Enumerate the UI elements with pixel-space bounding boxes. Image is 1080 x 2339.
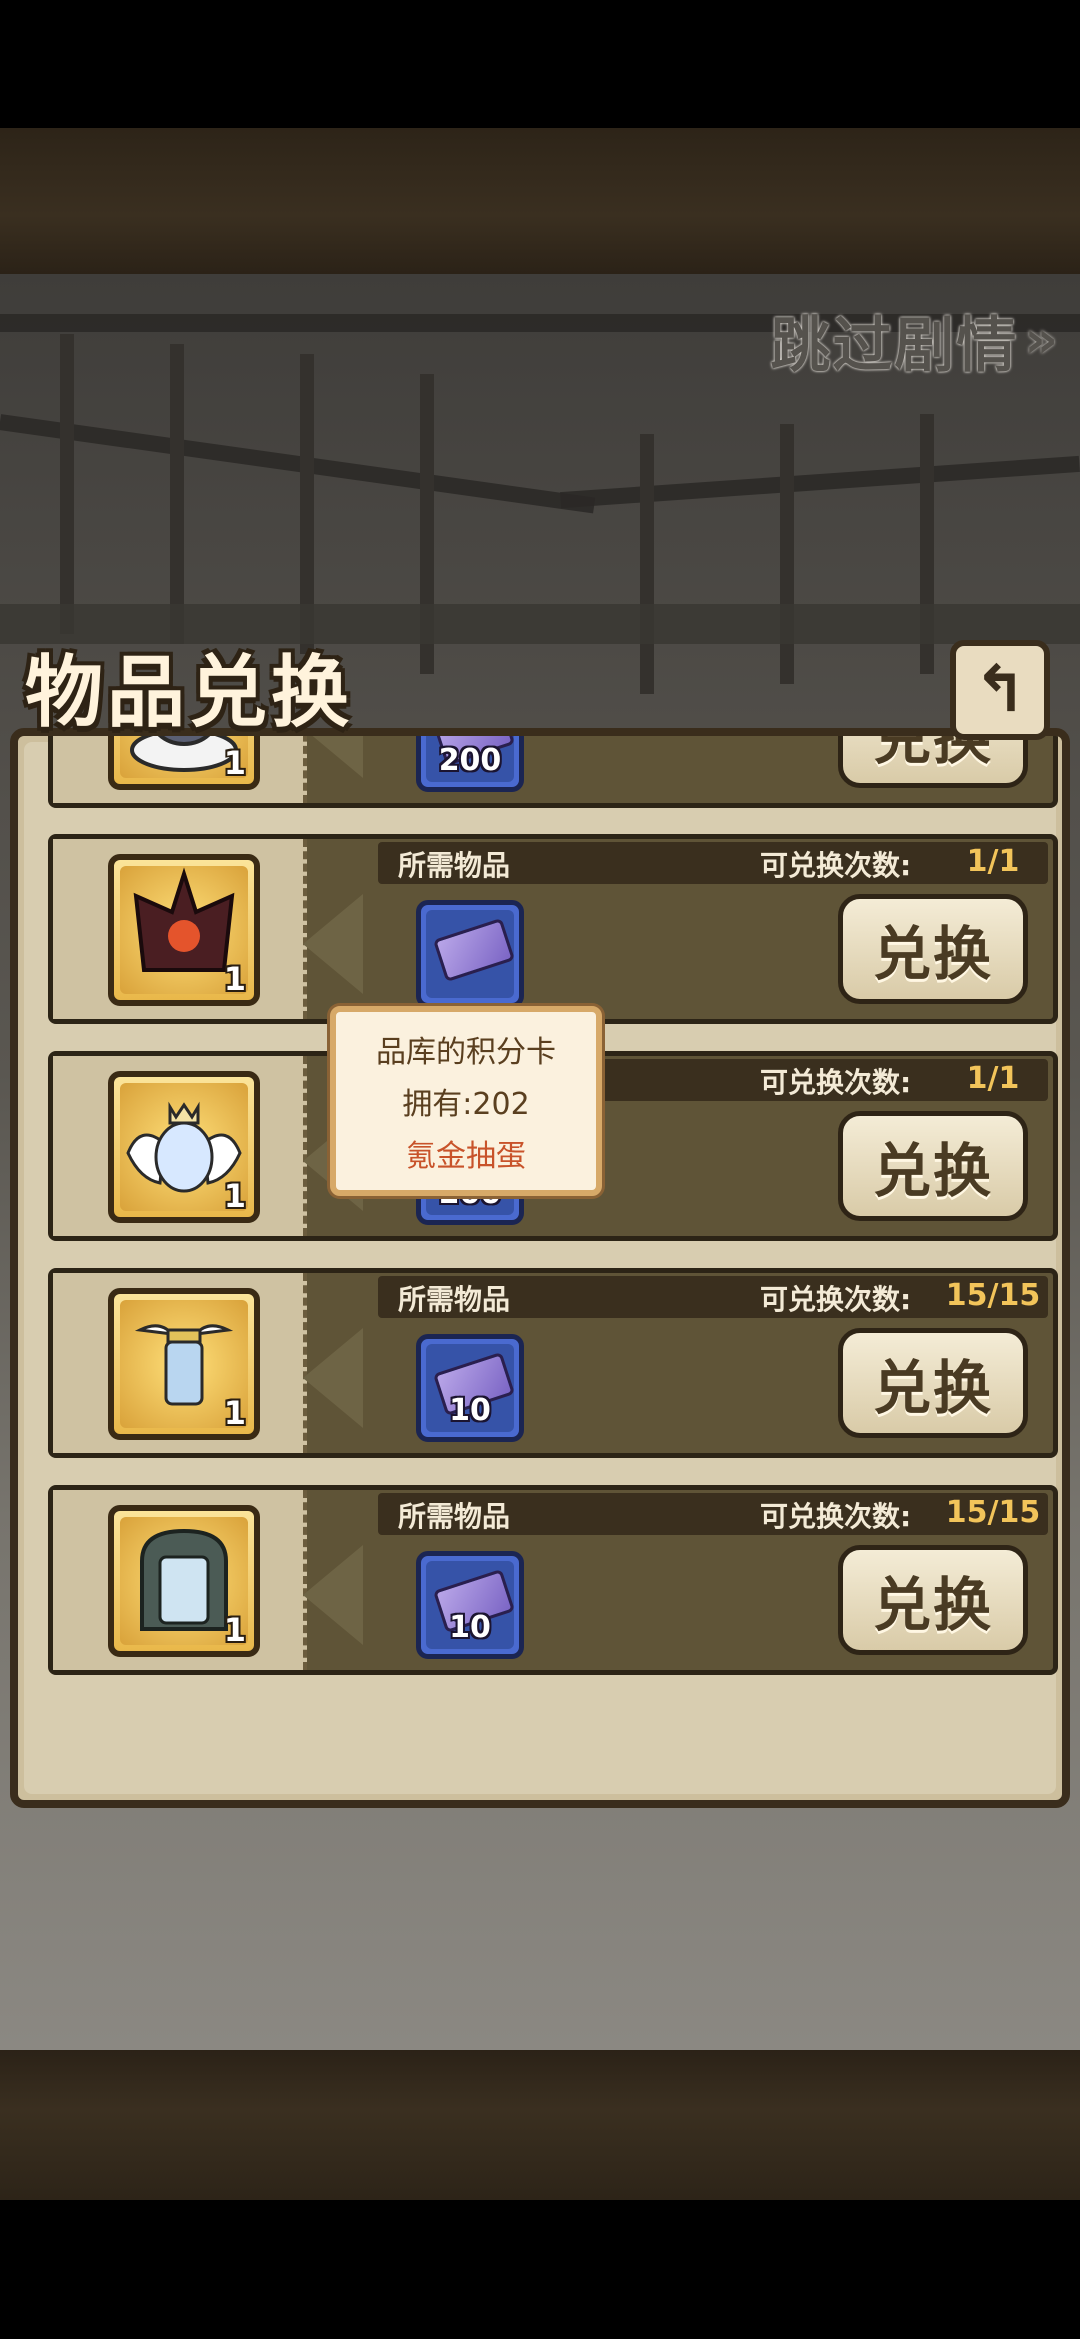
point-card-icon: [432, 917, 516, 983]
required-items-label: 所需物品: [398, 1500, 511, 1533]
exchange-list[interactable]: 1 200 兑换 所需物品 可兑换次数: 1/1 1 兑换 可兑换次数: 1/1…: [48, 736, 1058, 1796]
reward-item-slot[interactable]: 1: [108, 1288, 260, 1440]
navigation-bar-area: [0, 2200, 1080, 2339]
cost-amount: 200: [438, 743, 502, 778]
cost-amount: 10: [449, 1610, 491, 1645]
exchange-button[interactable]: 兑换: [838, 1111, 1028, 1221]
tooltip-item-name: 品库的积分卡: [376, 1035, 556, 1070]
exchange-count-value: 15/15: [945, 1495, 1041, 1530]
item-tooltip: 品库的积分卡 拥有:202 氪金抽蛋: [330, 1006, 602, 1196]
reward-item-slot[interactable]: 1: [108, 854, 260, 1006]
skip-story-label: 跳过剧情: [770, 310, 1019, 381]
reward-quantity: 1: [223, 1177, 246, 1215]
exchange-button[interactable]: 兑换: [838, 1545, 1028, 1655]
panel-title: 物品兑换: [25, 648, 354, 738]
required-items-label: 所需物品: [398, 1283, 511, 1316]
reward-quantity: 1: [223, 1611, 246, 1649]
double-chevron-right-icon: »: [1024, 310, 1058, 370]
cost-item-slot[interactable]: 10: [416, 1551, 524, 1659]
exchange-count-value: 1/1: [966, 1061, 1020, 1096]
back-button[interactable]: ↰: [950, 640, 1050, 740]
exchange-count-label: 可兑换次数:: [760, 849, 912, 882]
exchange-count-label: 可兑换次数:: [760, 1283, 912, 1316]
tooltip-owned-count: 拥有:202: [402, 1087, 530, 1122]
required-items-label: 所需物品: [398, 849, 511, 882]
exchange-button[interactable]: 兑换: [838, 894, 1028, 1004]
bottom-frame: [0, 2050, 1080, 2200]
tooltip-item-source: 氪金抽蛋: [406, 1139, 526, 1174]
exchange-count-label: 可兑换次数:: [760, 1500, 912, 1533]
reward-item-slot[interactable]: 1: [108, 1505, 260, 1657]
reward-quantity: 1: [223, 960, 246, 998]
cost-item-slot[interactable]: 10: [416, 1334, 524, 1442]
exchange-row: 所需物品 可兑换次数: 15/15 1 10 兑换: [48, 1268, 1058, 1468]
reward-quantity: 1: [223, 744, 246, 782]
exchange-count-value: 1/1: [966, 844, 1020, 879]
exchange-row: 所需物品 可兑换次数: 15/15 1 10 兑换: [48, 1485, 1058, 1685]
cost-amount: 10: [449, 1393, 491, 1428]
exchange-count-value: 15/15: [945, 1278, 1041, 1313]
return-arrow-icon: ↰: [973, 653, 1027, 727]
status-bar-area: [0, 0, 1080, 128]
exchange-button[interactable]: 兑换: [838, 1328, 1028, 1438]
reward-quantity: 1: [223, 1394, 246, 1432]
exchange-count-label: 可兑换次数:: [760, 1066, 912, 1099]
skip-story-button[interactable]: 跳过剧情 »: [770, 300, 1058, 381]
top-frame: [0, 128, 1080, 277]
exchange-row: 所需物品 可兑换次数: 1/1 1 兑换: [48, 834, 1058, 1034]
exchange-panel: 1 200 兑换 所需物品 可兑换次数: 1/1 1 兑换 可兑换次数: 1/1…: [10, 728, 1070, 1808]
cost-item-slot[interactable]: 200: [416, 736, 524, 792]
reward-item-slot[interactable]: 1: [108, 1071, 260, 1223]
cost-item-slot[interactable]: [416, 900, 524, 1008]
